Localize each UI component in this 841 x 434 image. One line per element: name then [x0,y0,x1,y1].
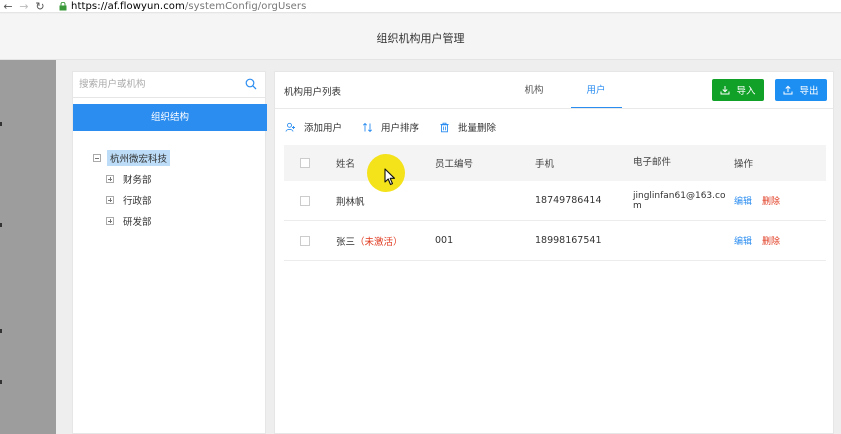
sort-users-button[interactable]: 用户排序 [362,120,419,134]
mouse-pointer-icon [384,168,396,186]
tree-label-rnd[interactable]: 研发部 [120,213,155,229]
cell-email: jinglinfan61@163.com [633,190,726,211]
url-path: /systemConfig/orgUsers [184,0,307,12]
column-employee-no: 员工编号 [435,159,474,170]
column-phone: 手机 [535,159,555,170]
lock-icon [58,1,67,11]
add-user-icon [285,122,295,132]
action-toolbar: 添加用户 用户排序 批量删除 [285,120,516,134]
column-email: 电子邮件 [633,157,672,168]
org-search [73,72,265,98]
tree-node-rnd[interactable]: 研发部 [106,214,170,228]
page-title: 组织机构用户管理 [376,32,465,45]
org-tree: 杭州微宏科技 财务部 行政部 研发部 [93,150,171,235]
delete-link[interactable]: 删除 [762,234,780,247]
column-operation: 操作 [734,159,754,170]
left-strip [0,60,56,434]
tree-node-finance[interactable]: 财务部 [106,172,170,186]
panel-title: 机构用户列表 [284,87,342,98]
org-panel: 组织结构 杭州微宏科技 财务部 行政部 研发部 [72,71,267,434]
import-label: 导入 [736,86,756,97]
add-user-label: 添加用户 [304,123,343,134]
select-all-checkbox[interactable] [300,158,310,168]
tab-org[interactable]: 机构 [503,72,565,108]
tab-users[interactable]: 用户 [565,72,627,108]
row-checkbox-cell [284,195,336,206]
divider [275,108,833,109]
user-table: 姓名 员工编号 手机 电子邮件 操作 荆林帆 18749786414 jingl… [284,145,826,261]
row-checkbox[interactable] [300,195,310,206]
upload-icon [783,85,793,95]
cell-phone: 18749786414 [535,195,602,206]
browser-toolbar: ← → ↻ https://af.flowyun.com/systemConfi… [0,0,841,13]
add-user-button[interactable]: 添加用户 [285,120,342,134]
status-badge: （未激活） [355,236,403,248]
reload-icon[interactable]: ↻ [32,0,48,13]
cell-operation: 编辑 删除 [734,194,824,207]
export-label: 导出 [799,86,819,97]
header-checkbox-cell [284,158,336,168]
search-input[interactable] [73,72,241,97]
edit-link[interactable]: 编辑 [734,234,752,247]
cell-name: 荆林帆 [336,194,435,208]
row-checkbox-cell [284,235,336,246]
edit-link[interactable]: 编辑 [734,194,752,207]
org-structure-button[interactable]: 组织结构 [73,104,267,131]
tab-bar: 机构 用户 [503,72,627,108]
table-row: 张三（未激活） 001 18998167541 编辑 删除 [284,221,826,261]
user-name: 荆林帆 [336,196,365,208]
collapse-icon[interactable] [93,154,101,162]
address-bar[interactable]: https://af.flowyun.com/systemConfig/orgU… [71,1,306,12]
download-icon [720,86,730,95]
tree-node-root[interactable]: 杭州微宏科技 [93,150,171,166]
table-row: 荆林帆 18749786414 jinglinfan61@163.com 编辑 … [284,181,826,221]
tree-node-admin[interactable]: 行政部 [106,193,170,207]
cell-phone: 18998167541 [535,235,602,246]
app-header: 组织机构用户管理 [0,14,841,60]
export-button[interactable]: 导出 [775,79,827,101]
arrow-right-icon[interactable]: → [16,0,32,13]
url-host: https://af.flowyun.com [71,0,185,12]
delete-link[interactable]: 删除 [762,194,780,207]
arrow-left-icon[interactable]: ← [0,0,16,13]
page-margin [834,60,841,434]
import-button[interactable]: 导入 [712,79,764,101]
expand-icon[interactable] [106,175,114,183]
expand-icon[interactable] [106,196,114,204]
tree-label-root[interactable]: 杭州微宏科技 [107,150,171,166]
user-name: 张三 [336,236,356,248]
sort-icon [362,122,373,132]
tree-label-admin[interactable]: 行政部 [120,192,155,208]
row-checkbox[interactable] [300,235,310,246]
search-icon[interactable] [245,78,257,90]
user-list-panel: 机构用户列表 机构 用户 导入 导出 添加用户 用户排序 批量删除 姓名 员工编… [274,71,834,434]
batch-delete-label: 批量删除 [458,123,497,134]
cell-operation: 编辑 删除 [734,234,824,247]
table-header: 姓名 员工编号 手机 电子邮件 操作 [284,145,826,181]
trash-icon [440,122,449,132]
tree-label-finance[interactable]: 财务部 [120,171,155,187]
batch-delete-button[interactable]: 批量删除 [439,120,496,134]
cell-name: 张三（未激活） [336,234,435,248]
cell-employee-no: 001 [435,235,454,246]
expand-icon[interactable] [106,217,114,225]
sort-users-label: 用户排序 [381,123,420,134]
